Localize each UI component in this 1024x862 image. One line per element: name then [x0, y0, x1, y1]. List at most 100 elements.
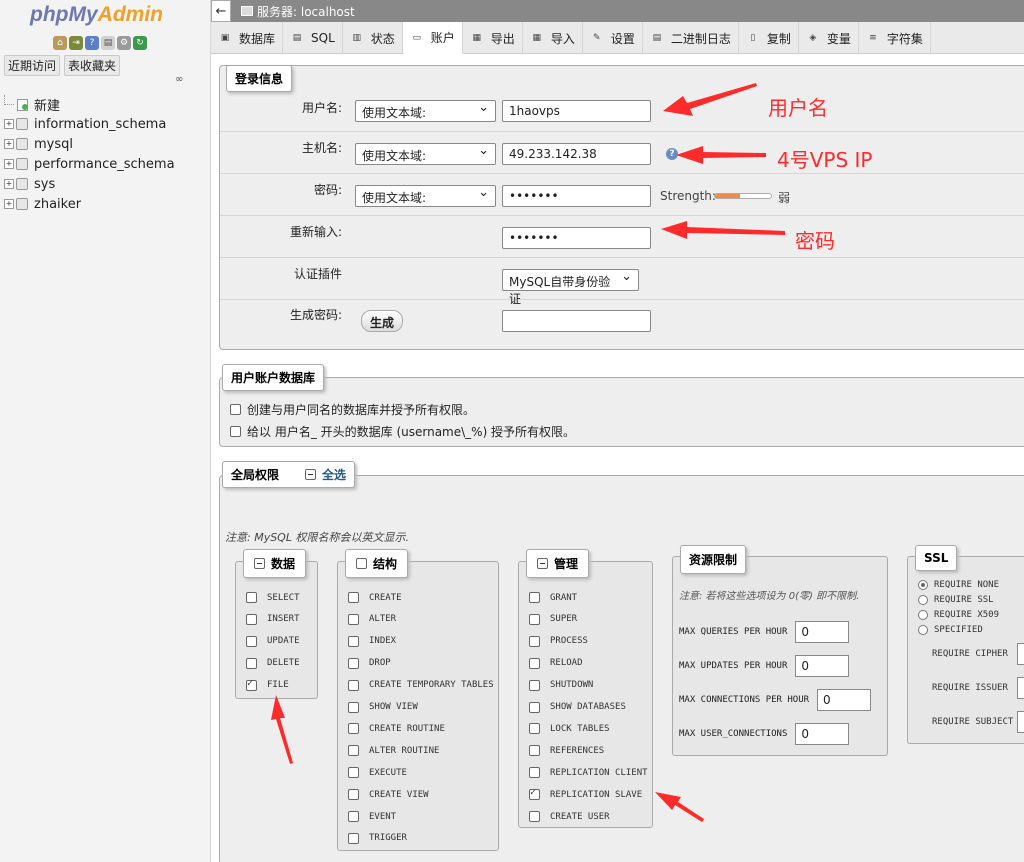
docs-icon[interactable]: ▤	[101, 36, 115, 50]
favorite-tables-button[interactable]: 表收藏夹	[64, 55, 121, 76]
privilege-checkbox[interactable]	[529, 679, 540, 691]
privilege-checkbox[interactable]	[529, 701, 540, 713]
settings-icon[interactable]: ⚙	[117, 36, 131, 50]
tab-export[interactable]: ▦ 导出	[463, 22, 523, 54]
resource-limit-input[interactable]: 0	[795, 655, 850, 677]
privilege-checkbox[interactable]	[246, 592, 257, 603]
privilege-drop[interactable]: DROP	[348, 657, 391, 669]
check-all-link[interactable]: 全选	[322, 466, 346, 483]
privilege-replication-client[interactable]: REPLICATION CLIENT	[529, 767, 648, 779]
logout-icon[interactable]: ⇥	[69, 36, 83, 50]
tab-binlog[interactable]: ▤ 二进制日志	[643, 22, 739, 54]
privilege-checkbox[interactable]	[529, 767, 540, 779]
privilege-show-view[interactable]: SHOW VIEW	[348, 701, 418, 713]
tab-replication[interactable]: ▯ 复制	[739, 22, 799, 54]
admin-toggle-checkbox[interactable]	[537, 558, 548, 569]
generate-password-button[interactable]: 生成	[361, 310, 404, 332]
wildcard-db-checkbox[interactable]	[230, 426, 241, 437]
ssl-field-input[interactable]	[1017, 643, 1024, 665]
privilege-grant[interactable]: GRANT	[529, 592, 577, 603]
create-db-checkbox[interactable]	[230, 404, 241, 415]
recent-tables-button[interactable]: 近期访问	[4, 55, 61, 76]
home-icon[interactable]: ⌂	[53, 36, 67, 50]
privilege-select[interactable]: SELECT	[246, 592, 300, 603]
expand-icon[interactable]: +	[4, 119, 14, 129]
tab-status[interactable]: ▥ 状态	[343, 22, 403, 54]
privilege-checkbox[interactable]	[529, 613, 540, 625]
resource-limit-input[interactable]: 0	[817, 689, 872, 711]
privilege-file[interactable]: FILE	[246, 678, 289, 691]
expand-icon[interactable]: +	[4, 159, 14, 169]
tree-item-db[interactable]: + sys	[4, 174, 175, 194]
tree-item-db[interactable]: + information_schema	[4, 114, 175, 134]
tree-item-label[interactable]: zhaiker	[34, 197, 81, 212]
help-icon[interactable]: ?	[85, 36, 99, 50]
tab-charset[interactable]: ≡ 字符集	[859, 22, 931, 54]
ssl-option-require-x509[interactable]: REQUIRE X509	[918, 610, 999, 620]
ssl-field-input[interactable]	[1017, 711, 1024, 733]
privilege-checkbox[interactable]	[529, 635, 540, 647]
host-mode-select[interactable]: 使用文本域:	[355, 143, 496, 165]
privilege-alter-routine[interactable]: ALTER ROUTINE	[348, 745, 439, 757]
tab-database[interactable]: ▣ 数据库	[211, 22, 284, 54]
tree-item-label[interactable]: performance_schema	[34, 157, 175, 172]
ssl-option-require-none[interactable]: REQUIRE NONE	[918, 580, 999, 590]
expand-icon[interactable]: +	[4, 139, 14, 149]
resource-limit-input[interactable]: 0	[795, 723, 850, 745]
privilege-event[interactable]: EVENT	[348, 811, 396, 822]
privilege-reload[interactable]: RELOAD	[529, 657, 583, 669]
privilege-create[interactable]: CREATE	[348, 592, 402, 603]
generated-password-input[interactable]	[502, 310, 651, 332]
privilege-execute[interactable]: EXECUTE	[348, 767, 407, 779]
tab-variables[interactable]: ◈ 变量	[799, 22, 859, 54]
privilege-create-view[interactable]: CREATE VIEW	[348, 789, 429, 801]
privilege-checkbox[interactable]	[246, 613, 257, 625]
tree-item-label[interactable]: 新建	[34, 95, 60, 114]
privilege-create-user[interactable]: CREATE USER	[529, 811, 610, 822]
privilege-checkbox[interactable]	[348, 745, 359, 757]
privilege-references[interactable]: REFERENCES	[529, 745, 604, 757]
retype-password-input[interactable]: •••••••	[502, 227, 651, 249]
privilege-checkbox[interactable]	[348, 811, 359, 822]
privilege-create-temporary-tables[interactable]: CREATE TEMPORARY TABLES	[348, 679, 494, 691]
tree-item-label[interactable]: information_schema	[34, 117, 166, 132]
help-icon[interactable]: ?	[666, 148, 678, 160]
privilege-checkbox[interactable]	[348, 767, 359, 779]
back-arrow-icon[interactable]: ←	[211, 0, 231, 22]
reload-icon[interactable]: ↻	[133, 36, 147, 50]
privilege-checkbox[interactable]	[529, 811, 540, 822]
privilege-checkbox[interactable]	[529, 787, 540, 801]
privilege-checkbox[interactable]	[348, 832, 359, 844]
privilege-show-databases[interactable]: SHOW DATABASES	[529, 701, 626, 713]
tree-item-label[interactable]: mysql	[34, 137, 73, 152]
privilege-checkbox[interactable]	[246, 635, 257, 647]
privilege-checkbox[interactable]	[246, 657, 257, 669]
privilege-trigger[interactable]: TRIGGER	[348, 832, 407, 844]
tab-sql[interactable]: ▤ SQL	[283, 22, 343, 54]
privilege-create-routine[interactable]: CREATE ROUTINE	[348, 723, 445, 735]
privilege-replication-slave[interactable]: REPLICATION SLAVE	[529, 787, 642, 801]
privilege-checkbox[interactable]	[348, 657, 359, 669]
privilege-index[interactable]: INDEX	[348, 635, 396, 647]
password-mode-select[interactable]: 使用文本域:	[355, 185, 496, 207]
tree-item-db[interactable]: + mysql	[4, 134, 175, 154]
phpmyadmin-logo[interactable]: phpMyAdmin	[30, 3, 163, 27]
ssl-field-input[interactable]	[1017, 677, 1024, 699]
password-input[interactable]: •••••••	[502, 185, 651, 207]
tree-item-label[interactable]: sys	[34, 177, 55, 192]
privilege-insert[interactable]: INSERT	[246, 613, 300, 625]
privilege-super[interactable]: SUPER	[529, 613, 577, 625]
host-input[interactable]: 49.233.142.38	[502, 143, 651, 165]
ssl-radio[interactable]	[918, 595, 928, 605]
privilege-checkbox[interactable]	[348, 701, 359, 713]
data-toggle-checkbox[interactable]	[254, 558, 265, 569]
resource-limit-input[interactable]: 0	[795, 621, 850, 643]
privilege-checkbox[interactable]	[348, 789, 359, 801]
username-mode-select[interactable]: 使用文本域:	[355, 100, 496, 122]
tree-item-db[interactable]: + zhaiker	[4, 194, 175, 214]
auth-plugin-select[interactable]: MySQL自带身份验证	[502, 269, 639, 306]
privilege-process[interactable]: PROCESS	[529, 635, 588, 647]
expand-icon[interactable]: +	[4, 199, 14, 209]
privilege-checkbox[interactable]	[529, 592, 540, 603]
privilege-checkbox[interactable]	[348, 592, 359, 603]
